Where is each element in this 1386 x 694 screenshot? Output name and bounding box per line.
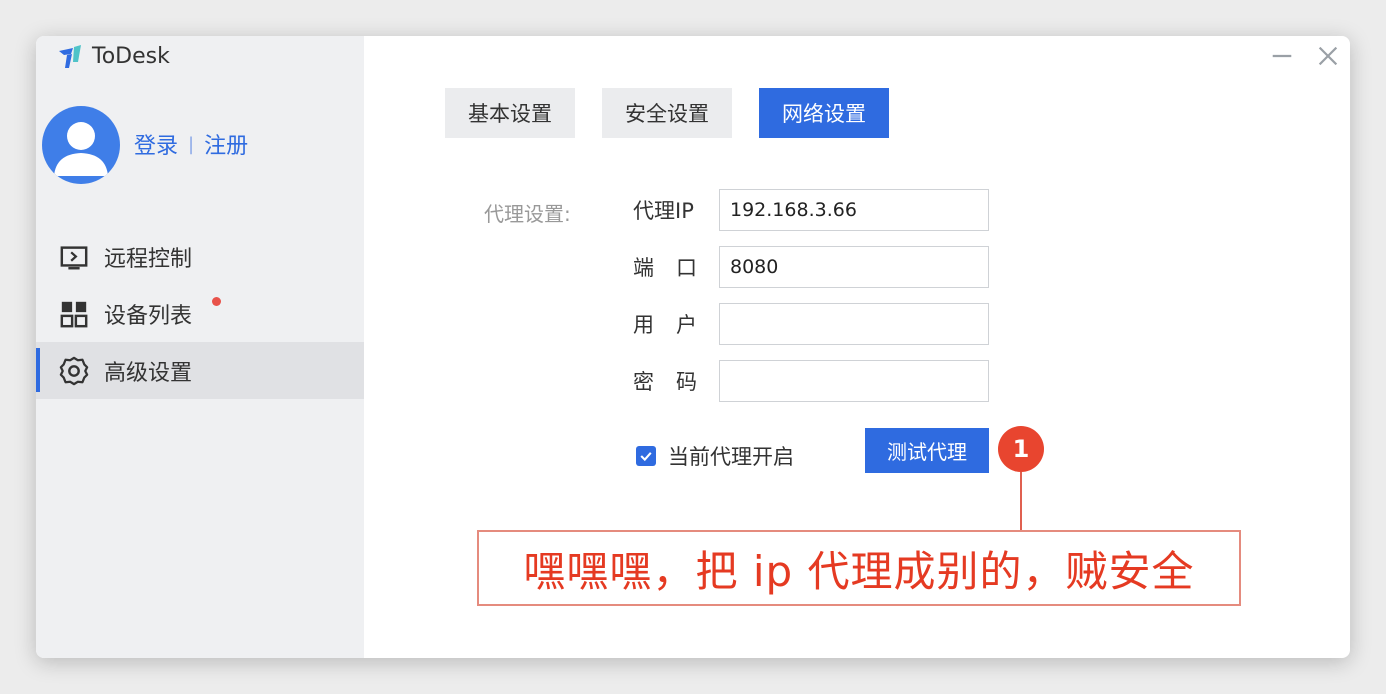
minimize-icon[interactable]	[1268, 42, 1296, 70]
todesk-window: ToDesk 登录 | 注册 远程控制 设备列表 高级设置 基本设置 安全设置 …	[36, 36, 1350, 658]
app-title: ToDesk	[92, 43, 170, 69]
proxy-ip-label: 代理IP	[633, 199, 694, 223]
proxy-port-input[interactable]	[719, 246, 989, 288]
auth-separator: |	[188, 133, 195, 155]
window-controls	[1268, 42, 1342, 70]
proxy-user-input[interactable]	[719, 303, 989, 345]
annotation-note: 嘿嘿嘿，把 ip 代理成别的，贼安全	[477, 530, 1241, 606]
remote-control-icon	[58, 241, 90, 273]
annotation-marker: 1	[998, 426, 1044, 472]
proxy-ip-row: 代理IP	[633, 189, 989, 231]
test-proxy-button[interactable]: 测试代理	[865, 428, 989, 473]
sidebar-item-label: 设备列表	[104, 303, 193, 329]
todesk-logo-icon	[59, 45, 81, 68]
proxy-password-row: 密码	[633, 360, 989, 402]
close-icon[interactable]	[1314, 42, 1342, 70]
checkmark-icon	[640, 452, 652, 462]
sidebar: ToDesk 登录 | 注册 远程控制 设备列表 高级设置	[36, 36, 364, 658]
proxy-port-label: 端口	[633, 256, 719, 280]
proxy-enable-label: 当前代理开启	[668, 445, 794, 469]
device-grid-icon	[58, 298, 90, 330]
annotation-connector	[1020, 472, 1022, 530]
proxy-ip-input[interactable]	[719, 189, 989, 231]
brand: ToDesk	[56, 42, 170, 70]
avatar[interactable]	[42, 106, 120, 184]
notification-dot	[212, 297, 221, 306]
gear-icon	[58, 355, 90, 387]
tab-security-settings[interactable]: 安全设置	[602, 88, 732, 138]
proxy-enable-checkbox[interactable]	[636, 446, 656, 466]
sidebar-item-label: 远程控制	[104, 246, 193, 272]
sidebar-item-remote-control[interactable]: 远程控制	[36, 228, 364, 285]
sidebar-item-advanced-settings[interactable]: 高级设置	[36, 342, 364, 399]
proxy-user-row: 用户	[633, 303, 989, 345]
proxy-enable-row: 当前代理开启	[636, 441, 794, 471]
settings-tabs: 基本设置 安全设置 网络设置	[445, 88, 889, 138]
proxy-password-label: 密码	[633, 370, 719, 394]
sidebar-item-device-list[interactable]: 设备列表	[36, 285, 364, 342]
tab-basic-settings[interactable]: 基本设置	[445, 88, 575, 138]
proxy-section-label: 代理设置:	[484, 202, 571, 226]
user-avatar-icon	[54, 122, 108, 176]
login-link[interactable]: 登录	[134, 128, 178, 160]
proxy-password-input[interactable]	[719, 360, 989, 402]
tab-network-settings[interactable]: 网络设置	[759, 88, 889, 138]
auth-links: 登录 | 注册	[134, 128, 248, 160]
proxy-port-row: 端口	[633, 246, 989, 288]
proxy-user-label: 用户	[633, 313, 719, 337]
sidebar-nav: 远程控制 设备列表 高级设置	[36, 228, 364, 399]
register-link[interactable]: 注册	[204, 128, 248, 160]
sidebar-item-label: 高级设置	[104, 360, 193, 386]
